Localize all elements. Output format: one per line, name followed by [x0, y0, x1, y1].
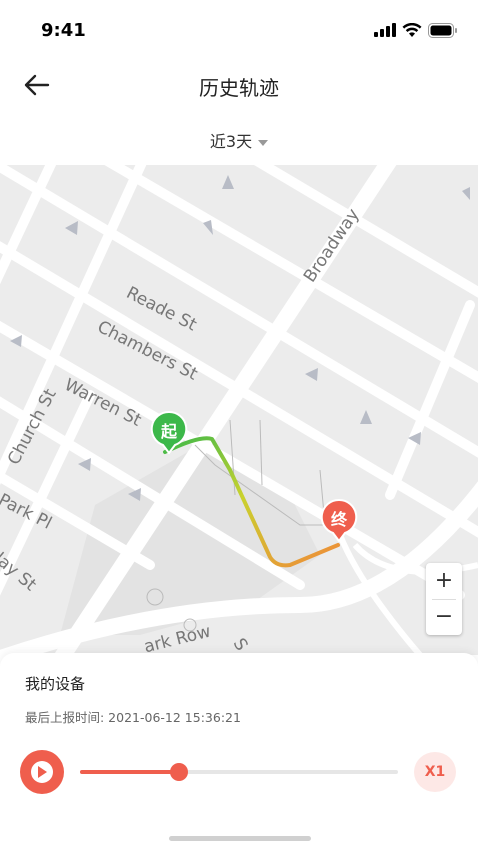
zoom-control: + − [426, 563, 462, 635]
play-button[interactable] [20, 750, 64, 794]
zoom-in-button[interactable]: + [426, 563, 462, 599]
play-triangle [38, 766, 47, 778]
playback-progress-thumb[interactable] [169, 763, 188, 781]
playback-progress-fill [80, 770, 179, 774]
wifi-icon [402, 22, 422, 37]
last-report-time: 最后上报时间: 2021-06-12 15:36:21 [25, 710, 241, 725]
end-marker-label: 终 [330, 510, 347, 529]
page-title: 历史轨迹 [199, 76, 279, 100]
status-icons [374, 20, 458, 40]
end-marker[interactable]: 终 [320, 498, 358, 542]
home-indicator [169, 836, 311, 841]
start-marker[interactable]: 起 [150, 410, 188, 454]
status-bar: 9:41 [0, 0, 478, 60]
start-marker-label: 起 [160, 422, 177, 441]
zoom-out-button[interactable]: − [426, 599, 462, 635]
device-panel: 我的设备 最后上报时间: 2021-06-12 15:36:21 X1 [0, 653, 478, 850]
map-view[interactable]: Reade St Chambers St Warren St Church St… [0, 165, 478, 655]
caret-down-icon [258, 139, 269, 146]
nav-bar: 历史轨迹 [0, 60, 478, 110]
signal-icon [374, 23, 396, 37]
date-range-dropdown[interactable]: 近3天 [0, 128, 478, 152]
battery-icon [428, 22, 457, 38]
playback-progress-slider[interactable] [80, 763, 398, 781]
status-time: 9:41 [41, 20, 86, 41]
map-canvas [0, 165, 478, 655]
date-range-label: 近3天 [209, 132, 253, 151]
playback-speed-button[interactable]: X1 [414, 752, 456, 792]
device-name: 我的设备 [25, 675, 86, 693]
